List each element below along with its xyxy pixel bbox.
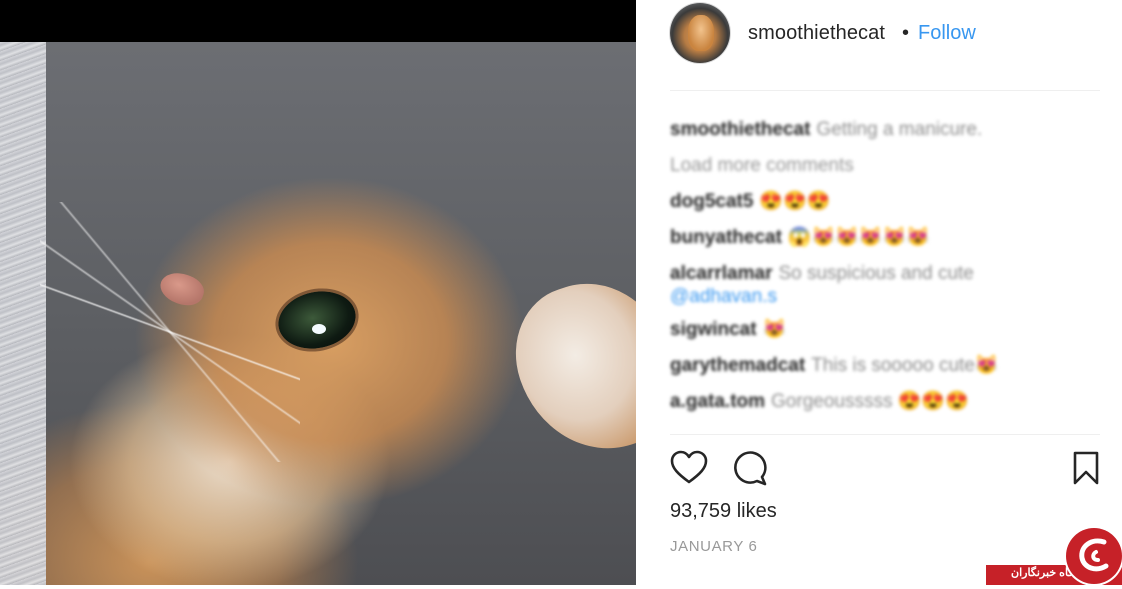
comment-author[interactable]: bunyathecat [670,227,782,248]
divider [670,90,1100,91]
cat-whiskers [40,202,300,462]
bookmark-icon [1073,451,1099,485]
comment-author[interactable]: a.gata.tom [670,391,765,412]
post-header: smoothiethecat • Follow [636,0,1122,68]
comment-author[interactable]: alcarrlamar [670,263,772,284]
comment-author[interactable]: dog5cat5 [670,191,753,212]
post-photo-pane [0,0,636,585]
save-button[interactable] [1070,450,1102,486]
divider [670,434,1100,435]
comment-button[interactable] [732,450,770,486]
post-date[interactable]: JANUARY 6 [670,538,757,555]
comment-text: 😻 [762,319,787,340]
username-link[interactable]: smoothiethecat [748,22,885,45]
cat-ear [497,262,636,472]
comment-item: a.gata.tom Gorgeousssss 😍😍😍 [670,384,1100,420]
comment-text: Gorgeousssss 😍😍😍 [771,391,969,412]
comment-text: 😍😍😍 [759,191,831,212]
avatar-cat-image [688,15,714,51]
load-more-comments-link[interactable]: Load more comments [670,148,1100,184]
comment-bubble-icon [734,451,767,486]
comment-item: dog5cat5 😍😍😍 [670,184,1100,220]
post-photo[interactable] [0,42,636,585]
watermark-logo-icon [1079,538,1109,572]
heart-icon [670,450,708,484]
avatar[interactable] [670,3,730,63]
follow-button[interactable]: Follow [918,22,976,45]
caption-text: Getting a manicure. [816,119,983,140]
caption: smoothiethecat Getting a manicure. [670,112,1100,148]
cat-eye-glint [312,324,326,334]
comment-text: 😱😻😻😻😻😻 [787,227,930,248]
caption-author[interactable]: smoothiethecat [670,119,810,140]
separator-dot: • [902,22,910,44]
comment-text: So suspicious and cute [778,263,974,284]
comment-item: garythemadcat This is sooooo cute😻 [670,348,1100,384]
comment-item: sigwincat 😻 [670,312,1100,348]
comment-mention-link[interactable]: @adhavan.s [670,287,1100,306]
comment-text: This is sooooo cute😻 [811,355,999,376]
comment-author[interactable]: garythemadcat [670,355,805,376]
comment-item: bunyathecat 😱😻😻😻😻😻 [670,220,1100,256]
post-side-panel: smoothiethecat • Follow smoothiethecat Ge… [636,0,1122,585]
comments-list: smoothiethecat Getting a manicure. Load m… [670,112,1100,420]
post-actions [670,450,1100,490]
likes-count[interactable]: 93,759 likes [670,500,777,523]
watermark-logo [1066,528,1122,584]
comment-item: alcarrlamar So suspicious and cute @adhav… [670,256,1100,306]
like-button[interactable] [670,450,708,486]
comment-author[interactable]: sigwincat [670,319,757,340]
